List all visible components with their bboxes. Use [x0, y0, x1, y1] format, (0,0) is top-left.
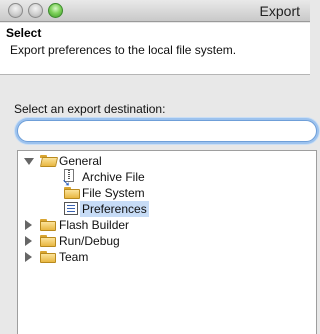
preferences-icon [64, 202, 78, 215]
expand-toggle-icon[interactable] [25, 252, 32, 262]
tree-item-file-system[interactable]: File System [18, 185, 178, 201]
tree-item-run-debug[interactable]: Run/Debug [18, 233, 178, 249]
folder-open-icon [39, 155, 59, 167]
folder-icon [40, 251, 56, 263]
destination-label: Select an export destination: [14, 102, 166, 116]
page-description: Export preferences to the local file sys… [10, 43, 237, 57]
tree-item-label: Archive File [82, 170, 145, 184]
tree-item-label: File System [82, 186, 145, 200]
expand-toggle-icon[interactable] [24, 158, 34, 165]
tree-item-general[interactable]: General [18, 153, 178, 169]
tree-item-label: Team [59, 250, 89, 264]
zoom-button[interactable] [48, 3, 63, 18]
close-button[interactable] [8, 3, 23, 18]
tree-item-label: Flash Builder [59, 218, 130, 232]
folder-icon [64, 187, 80, 199]
wizard-banner: Select Export preferences to the local f… [0, 23, 310, 75]
filter-input[interactable] [17, 120, 317, 142]
minimize-button[interactable] [28, 3, 43, 18]
tree-item-preferences[interactable]: Preferences [18, 201, 178, 217]
folder-icon [40, 235, 56, 247]
tree-item-flash-builder[interactable]: Flash Builder [18, 217, 178, 233]
tree-item-archive-file[interactable]: ➘ Archive File [18, 169, 178, 189]
tree-item-label: Preferences [80, 201, 149, 217]
expand-toggle-icon[interactable] [25, 236, 32, 246]
archive-file-icon: ➘ [62, 169, 76, 189]
folder-icon [40, 219, 56, 231]
title-bar: Export [0, 0, 310, 22]
expand-toggle-icon[interactable] [25, 220, 32, 230]
tree-item-team[interactable]: Team [18, 249, 178, 265]
window-title: Export [259, 3, 300, 19]
tree-item-label: Run/Debug [59, 234, 120, 248]
page-title: Select [6, 26, 42, 40]
destination-tree[interactable]: General ➘ Archive File File System Prefe… [17, 150, 317, 334]
tree-item-label: General [59, 154, 102, 168]
